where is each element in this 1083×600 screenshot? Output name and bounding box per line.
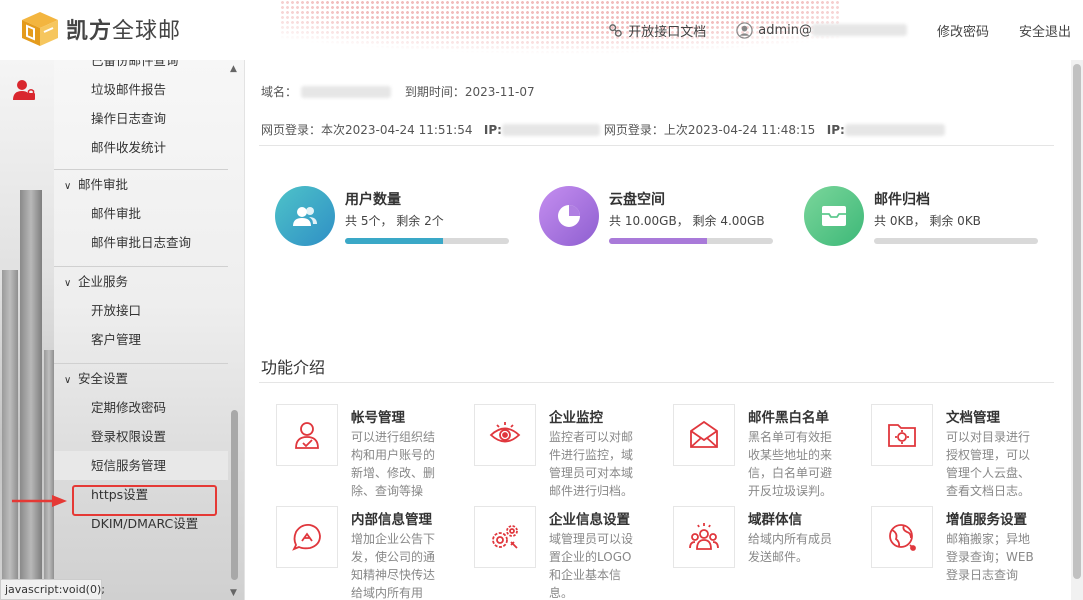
sidebar-scrollbar[interactable]: ▲ ▼: [228, 60, 240, 600]
building-decoration: [44, 350, 54, 600]
gears-icon: [474, 506, 536, 568]
envelope-icon: [673, 404, 735, 466]
annotation-arrow-icon: [12, 495, 67, 507]
sidebar-item-mail-stats[interactable]: 邮件收发统计: [54, 133, 228, 162]
users-icon: [275, 186, 335, 246]
sidebar-item-password-period[interactable]: 定期修改密码: [54, 393, 228, 422]
annotation-highlight-box: [72, 485, 217, 516]
change-password-link[interactable]: 修改密码: [937, 21, 989, 40]
features-title: 功能介绍: [261, 358, 326, 377]
logout-link[interactable]: 安全退出: [1019, 21, 1071, 40]
archive-progress: [874, 238, 1038, 244]
sidebar-item-open-api[interactable]: 开放接口: [54, 296, 228, 325]
sidebar-item-customer[interactable]: 客户管理: [54, 325, 228, 354]
stat-cloud-disk[interactable]: 云盘空间 共 10.00GB， 剩余 4.00GB: [539, 184, 779, 246]
expire-date: 2023-11-07: [464, 85, 535, 99]
globe-icon: [871, 506, 933, 568]
sidebar-group-audit[interactable]: ∨ 邮件审批: [54, 169, 228, 199]
stat-archive[interactable]: 邮件归档 共 0KB， 剩余 0KB: [804, 184, 1044, 246]
left-icon-bar: [0, 60, 54, 600]
logo[interactable]: 凯方全球邮: [20, 10, 181, 48]
building-decoration: [20, 190, 42, 600]
brand-name: 凯方全球邮: [66, 19, 182, 44]
chevron-down-icon: ∨: [64, 375, 72, 386]
cloud-disk-progress: [609, 238, 773, 244]
feature-value-added[interactable]: 增值服务设置 邮箱搬家；异地登录查询；WEB登录日志查询: [871, 506, 1061, 600]
sidebar-item-login-permission[interactable]: 登录权限设置: [54, 422, 228, 451]
pie-chart-icon: [539, 186, 599, 246]
api-doc-link[interactable]: 开放接口文档: [608, 21, 706, 40]
feature-group-mail[interactable]: 域群体信 给域内所有成员发送邮件。: [673, 506, 863, 600]
feature-document-management[interactable]: 文档管理 可以对目录进行授权管理，可以管理个人云盘、查看文档日志。: [871, 404, 1061, 504]
chat-icon: [276, 506, 338, 568]
api-icon: [609, 23, 623, 37]
sidebar-scroll-thumb[interactable]: [231, 410, 238, 580]
sidebar-item-audit-log[interactable]: 邮件审批日志查询: [54, 228, 228, 257]
user-icon: [736, 21, 753, 39]
main-scroll-thumb[interactable]: [1073, 64, 1081, 579]
folder-gear-icon: [871, 404, 933, 466]
sidebar-item-operation-log[interactable]: 操作日志查询: [54, 104, 228, 133]
sidebar-item-mail-audit[interactable]: 邮件审批: [54, 199, 228, 228]
scroll-down-icon[interactable]: ▼: [230, 588, 237, 598]
feature-blacklist-whitelist[interactable]: 邮件黑白名单 黑名单可有效拒收某些地址的来信，白名单可避开反垃圾误判。: [673, 404, 863, 504]
main-content: 域名： 到期时间：2023-11-07 网页登录：本次2023-04-24 11…: [244, 60, 1071, 600]
group-icon: [673, 506, 735, 568]
stat-users[interactable]: 用户数量 共 5个， 剩余 2个: [275, 184, 515, 246]
divider: [259, 382, 1054, 383]
sidebar: 已备份邮件查询 垃圾邮件报告 操作日志查询 邮件收发统计 ∨ 邮件审批 邮件审批 …: [54, 60, 244, 600]
domain-info-row: 域名： 到期时间：2023-11-07: [261, 85, 535, 99]
redacted-ip: [501, 124, 600, 136]
login-info-row: 网页登录：本次2023-04-24 11:51:54 IP: 网页登录：上次20…: [261, 121, 945, 138]
scroll-up-icon[interactable]: ▲: [230, 64, 237, 74]
top-header: 凯方全球邮 开放接口文档 admin@ 修改密码 安全退出: [0, 0, 1083, 60]
account-icon: [276, 404, 338, 466]
user-account[interactable]: admin@: [736, 21, 907, 39]
login-last-time: 2023-04-24 11:48:15: [687, 123, 816, 137]
divider: [259, 145, 1054, 146]
redacted-ip: [844, 124, 945, 136]
sidebar-item-sms-service[interactable]: 短信服务管理: [54, 451, 228, 480]
login-now-time: 2023-04-24 11:51:54: [345, 123, 473, 137]
redacted-domain: [301, 86, 392, 98]
main-scrollbar[interactable]: [1071, 60, 1083, 600]
feature-enterprise-info[interactable]: 企业信息设置 域管理员可以设置企业的LOGO和企业基本信息。: [474, 506, 664, 600]
sidebar-group-enterprise[interactable]: ∨ 企业服务: [54, 266, 228, 296]
browser-status-bar: javascript:void(0);: [0, 579, 105, 600]
feature-internal-info[interactable]: 内部信息管理 增加企业公告下发，使公司的通知精神尽快传达给域内所有用: [276, 506, 466, 600]
chevron-down-icon: ∨: [64, 181, 72, 192]
eye-icon: [474, 404, 536, 466]
sidebar-item-spam-report[interactable]: 垃圾邮件报告: [54, 75, 228, 104]
building-decoration: [2, 270, 18, 600]
sidebar-item-backup-query[interactable]: 已备份邮件查询: [54, 60, 228, 75]
feature-account-management[interactable]: 帐号管理 可以进行组织结构和用户账号的新增、修改、删除、查询等操: [276, 404, 466, 504]
redacted-domain: [811, 24, 907, 36]
top-nav: 开放接口文档 admin@ 修改密码 安全退出: [578, 0, 1071, 60]
users-progress: [345, 238, 509, 244]
sidebar-group-security[interactable]: ∨ 安全设置: [54, 363, 228, 393]
logo-cube-icon: [22, 12, 58, 46]
admin-lock-icon[interactable]: [12, 78, 36, 102]
archive-icon: [804, 186, 864, 246]
chevron-down-icon: ∨: [64, 278, 72, 289]
feature-enterprise-monitor[interactable]: 企业监控 监控者可以对邮件进行监控，域管理员可对本域邮件进行归档。: [474, 404, 664, 504]
